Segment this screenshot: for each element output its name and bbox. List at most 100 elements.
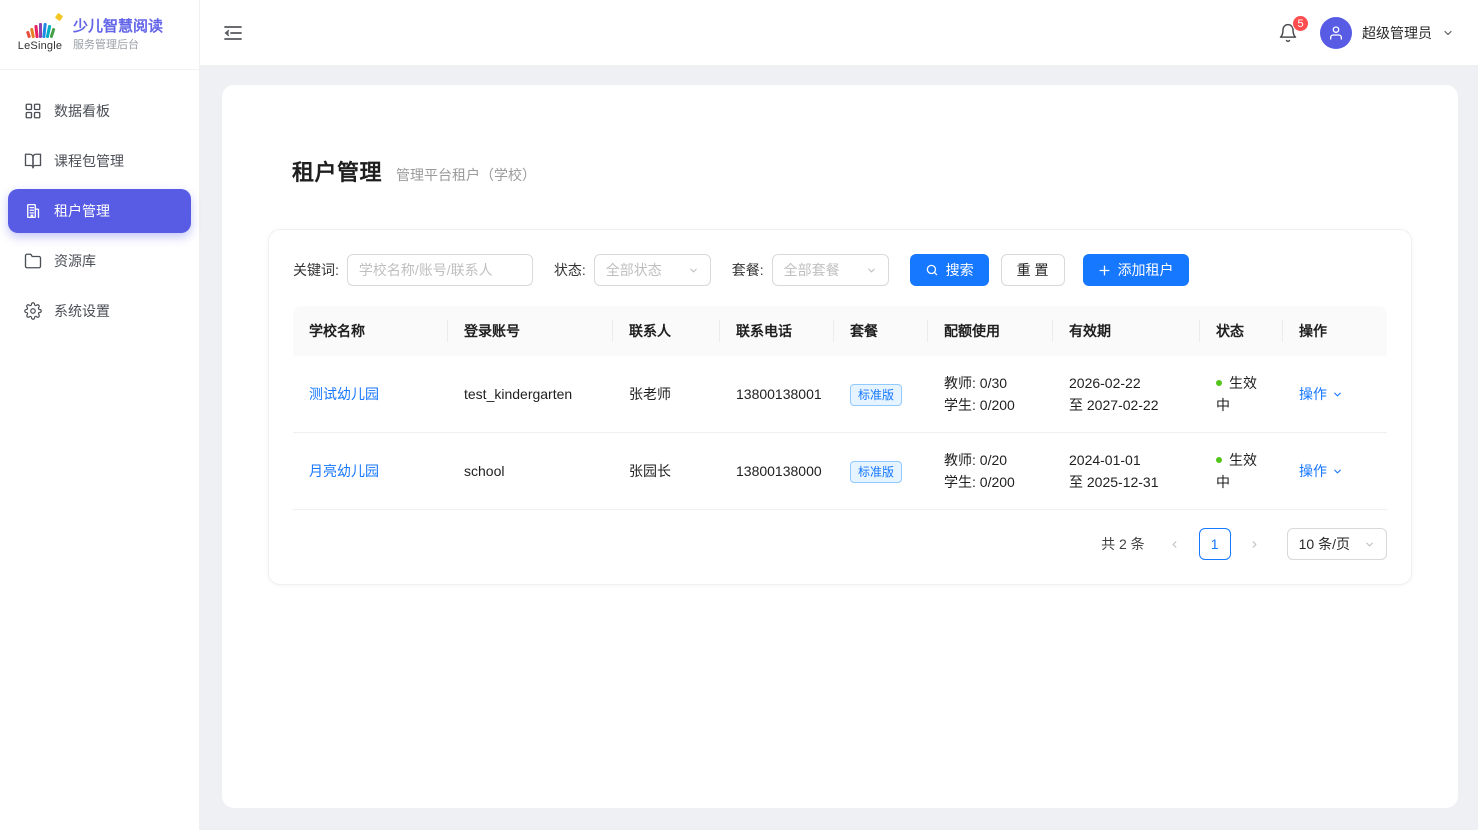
plus-icon (1098, 264, 1111, 277)
logo-wordmark: LeSingle (18, 40, 62, 52)
sidebar: LeSingle 少儿智慧阅读 服务管理后台 数据看板 (0, 0, 200, 830)
row-actions-label: 操作 (1299, 383, 1327, 405)
quota-cell: 教师: 0/20 学生: 0/200 (928, 433, 1053, 510)
status-dot-icon (1216, 380, 1222, 386)
col-quota: 配额使用 (928, 306, 1053, 356)
gear-icon (24, 302, 42, 320)
user-menu[interactable]: 超级管理员 (1320, 17, 1454, 49)
sidebar-item-label: 租户管理 (54, 201, 110, 221)
pagination-next-icon[interactable] (1241, 528, 1269, 560)
page-title: 租户管理 (292, 155, 382, 187)
validity-cell: 2024-01-01 至 2025-12-31 (1053, 433, 1200, 510)
status-cell: 生效中 (1200, 433, 1283, 510)
notification-bell-icon[interactable]: 5 (1278, 23, 1298, 43)
pagination-prev-icon[interactable] (1161, 528, 1189, 560)
plan-tag: 标准版 (850, 461, 902, 483)
sidebar-item-system-settings[interactable]: 系统设置 (8, 289, 191, 333)
brand-text: 少儿智慧阅读 服务管理后台 (73, 17, 163, 52)
main-column: 5 超级管理员 租户管理 (200, 0, 1478, 830)
sidebar-item-course-packages[interactable]: 课程包管理 (8, 139, 191, 183)
notification-badge: 5 (1292, 15, 1309, 32)
sidebar-item-resource-library[interactable]: 资源库 (8, 239, 191, 283)
valid-to: 至 2025-12-31 (1069, 471, 1184, 493)
logo-bars-icon (27, 18, 54, 38)
topbar-right: 5 超级管理员 (1278, 17, 1454, 49)
table-row: 月亮幼儿园 school 张园长 13800138000 标准版 教师: 0/2… (293, 433, 1387, 510)
content-area: 租户管理 管理平台租户（学校） 关键词: 状态: 全部状态 (200, 66, 1478, 830)
pagination-page-1[interactable]: 1 (1199, 528, 1231, 560)
keyword-label: 关键词: (293, 260, 339, 280)
sidebar-item-dashboard[interactable]: 数据看板 (8, 89, 191, 133)
col-status: 状态 (1200, 306, 1283, 356)
phone-cell: 13800138001 (720, 356, 834, 433)
dashboard-grid-icon (24, 102, 42, 120)
chevron-down-icon (1364, 539, 1375, 550)
status-label: 状态: (554, 260, 586, 280)
menu-collapse-icon[interactable] (224, 25, 242, 41)
folder-icon (24, 252, 42, 270)
search-button[interactable]: 搜索 (910, 254, 989, 286)
chevron-down-icon (866, 265, 877, 276)
pagination-total: 共 2 条 (1101, 534, 1145, 554)
sidebar-item-tenant-management[interactable]: 租户管理 (8, 189, 191, 233)
chevron-down-icon (1332, 389, 1343, 400)
tenant-panel: 关键词: 状态: 全部状态 (268, 229, 1412, 585)
phone-cell: 13800138000 (720, 433, 834, 510)
plan-select-value: 全部套餐 (784, 260, 840, 280)
status-select[interactable]: 全部状态 (594, 254, 711, 286)
valid-from: 2024-01-01 (1069, 449, 1184, 471)
col-validity: 有效期 (1053, 306, 1200, 356)
tenant-table: 学校名称 登录账号 联系人 联系电话 套餐 配额使用 有效期 状态 操作 (293, 306, 1387, 510)
col-contact: 联系人 (613, 306, 720, 356)
search-icon (925, 263, 939, 277)
filter-bar: 关键词: 状态: 全部状态 (293, 254, 1387, 286)
sidebar-item-label: 课程包管理 (54, 151, 124, 171)
plan-filter-group: 套餐: 全部套餐 (732, 254, 889, 286)
quota-cell: 教师: 0/30 学生: 0/200 (928, 356, 1053, 433)
keyword-input[interactable] (347, 254, 533, 286)
chevron-down-icon (1442, 27, 1454, 39)
row-actions-dropdown[interactable]: 操作 (1299, 383, 1343, 405)
status-select-value: 全部状态 (606, 260, 662, 280)
page-size-select[interactable]: 10 条/页 (1287, 528, 1387, 560)
brand-subtitle: 服务管理后台 (73, 38, 163, 52)
col-school-name: 学校名称 (293, 306, 448, 356)
topbar: 5 超级管理员 (200, 0, 1478, 66)
school-name-link[interactable]: 月亮幼儿园 (309, 463, 379, 479)
sidebar-menu: 数据看板 课程包管理 (0, 70, 199, 358)
page-size-value: 10 条/页 (1299, 534, 1350, 554)
reset-button-label: 重 置 (1017, 260, 1049, 280)
plan-label: 套餐: (732, 260, 764, 280)
account-cell: test_kindergarten (448, 356, 613, 433)
valid-to: 至 2027-02-22 (1069, 394, 1184, 416)
add-tenant-button-label: 添加租户 (1118, 260, 1174, 280)
quota-student: 学生: 0/200 (944, 471, 1037, 493)
status-filter-group: 状态: 全部状态 (554, 254, 711, 286)
status-text: 生效中 (1216, 452, 1257, 490)
plan-select[interactable]: 全部套餐 (772, 254, 889, 286)
quota-teacher: 教师: 0/20 (944, 449, 1037, 471)
reset-button[interactable]: 重 置 (1001, 254, 1065, 286)
chevron-down-icon (688, 265, 699, 276)
add-tenant-button[interactable]: 添加租户 (1083, 254, 1189, 286)
status-dot-icon (1216, 457, 1222, 463)
keyword-filter-group: 关键词: (293, 254, 533, 286)
validity-cell: 2026-02-22 至 2027-02-22 (1053, 356, 1200, 433)
sidebar-item-label: 资源库 (54, 251, 96, 271)
sidebar-item-label: 系统设置 (54, 301, 110, 321)
building-icon (24, 202, 42, 220)
school-name-link[interactable]: 测试幼儿园 (309, 386, 379, 402)
valid-from: 2026-02-22 (1069, 372, 1184, 394)
chevron-down-icon (1332, 466, 1343, 477)
search-button-label: 搜索 (946, 260, 974, 280)
row-actions-label: 操作 (1299, 460, 1327, 482)
quota-student: 学生: 0/200 (944, 394, 1037, 416)
book-icon (24, 152, 42, 170)
brand-title: 少儿智慧阅读 (73, 17, 163, 37)
row-actions-dropdown[interactable]: 操作 (1299, 460, 1343, 482)
col-phone: 联系电话 (720, 306, 834, 356)
contact-cell: 张园长 (613, 433, 720, 510)
contact-cell: 张老师 (613, 356, 720, 433)
quota-teacher: 教师: 0/30 (944, 372, 1037, 394)
plan-tag: 标准版 (850, 384, 902, 406)
